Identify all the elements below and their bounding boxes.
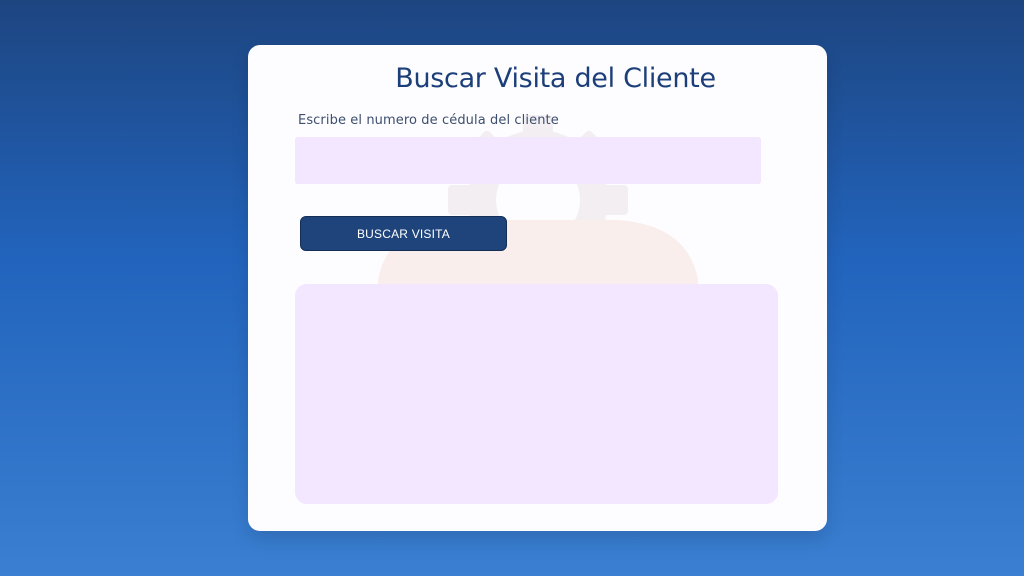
search-visit-button[interactable]: BUSCAR VISITA xyxy=(300,216,507,251)
cedula-label: Escribe el numero de cédula del cliente xyxy=(298,113,559,128)
search-visit-card: Buscar Visita del Cliente Escribe el num… xyxy=(248,45,827,531)
cedula-input[interactable] xyxy=(295,137,761,184)
results-area xyxy=(295,284,778,504)
page-title: Buscar Visita del Cliente xyxy=(395,63,716,94)
